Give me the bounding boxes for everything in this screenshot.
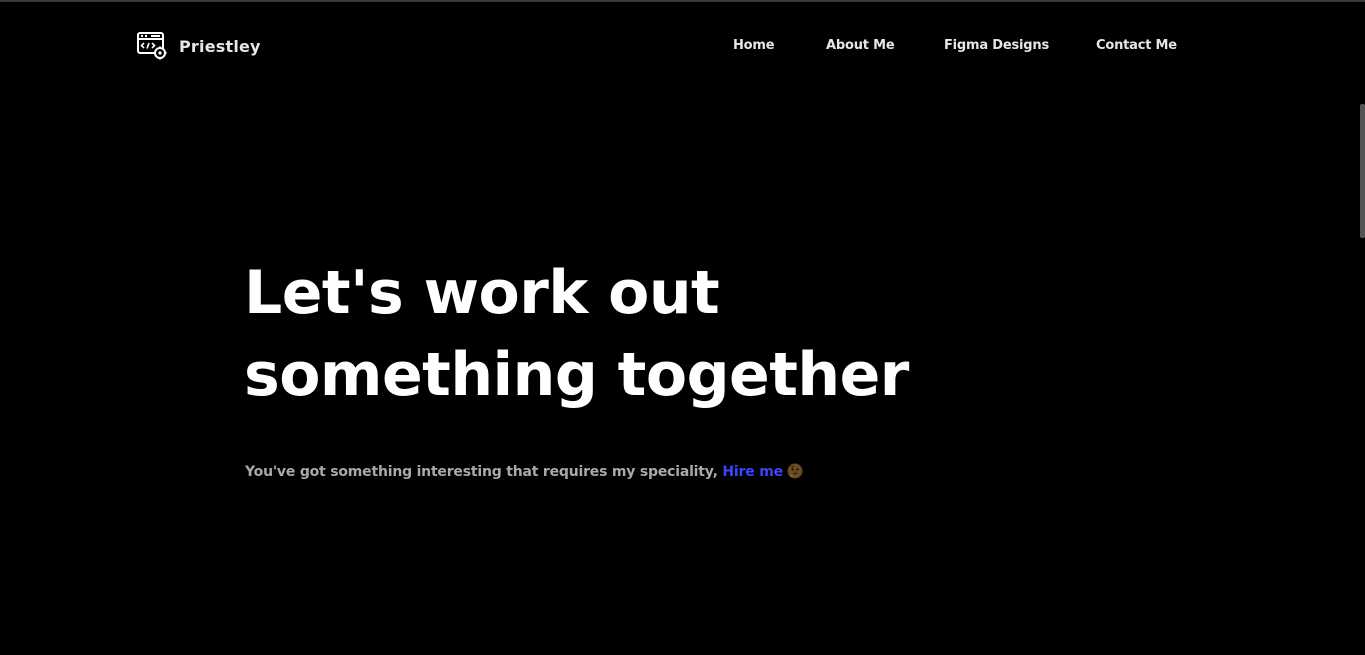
nav-link-home[interactable]: Home xyxy=(733,38,775,53)
hire-me-link[interactable]: Hire me xyxy=(722,464,783,480)
brand-logo-link[interactable]: Priestley xyxy=(137,32,261,60)
hero-title-line-2: something together xyxy=(244,340,909,410)
code-window-gear-icon xyxy=(137,32,167,60)
hero-subtitle-text: You've got something interesting that re… xyxy=(245,464,718,480)
hero-title: Let's work out something together xyxy=(244,252,909,416)
nav-link-figma-designs[interactable]: Figma Designs xyxy=(944,38,1049,53)
thinking-face-icon xyxy=(787,463,803,479)
hero-title-line-1: Let's work out xyxy=(244,258,720,328)
site-header: Priestley Home About Me Figma Designs Co… xyxy=(0,2,1365,90)
brand-name: Priestley xyxy=(179,36,261,56)
hero-subtitle: You've got something interesting that re… xyxy=(245,463,803,480)
nav-link-about-me[interactable]: About Me xyxy=(826,38,895,53)
scrollbar-thumb[interactable] xyxy=(1360,104,1365,238)
nav-link-contact-me[interactable]: Contact Me xyxy=(1096,38,1177,53)
